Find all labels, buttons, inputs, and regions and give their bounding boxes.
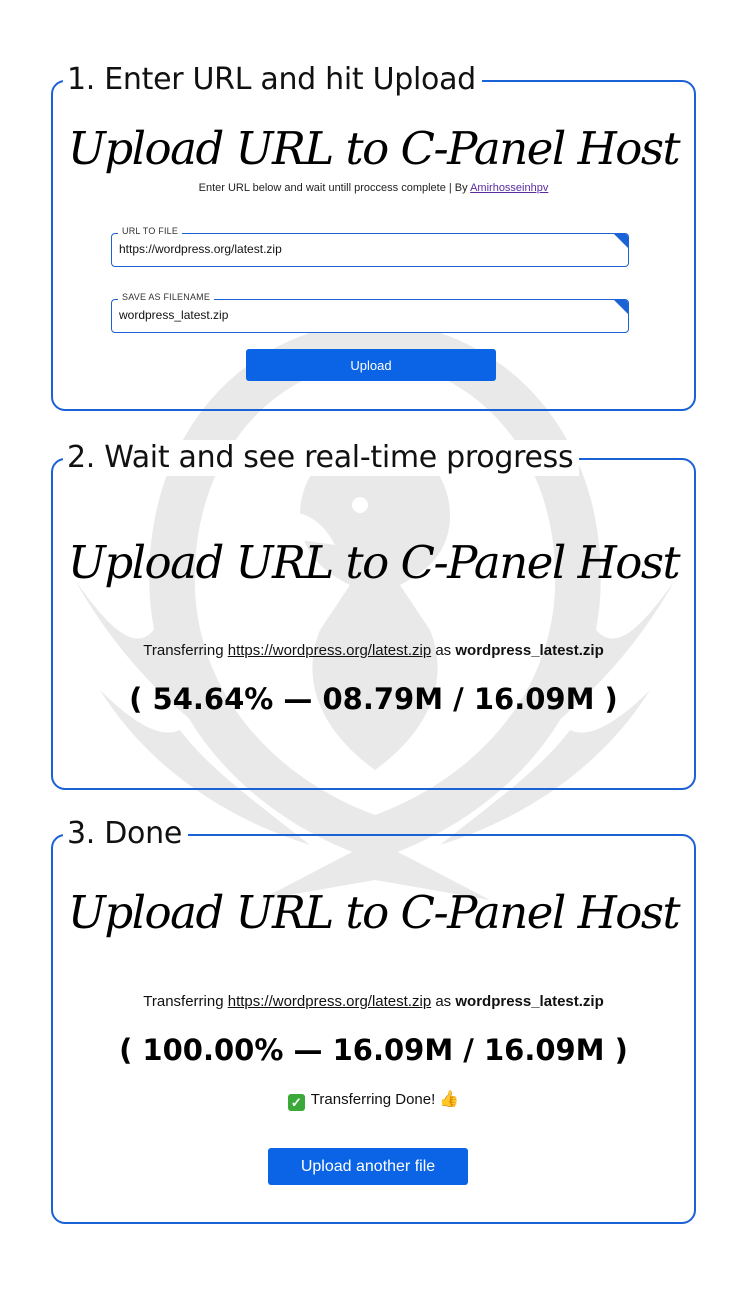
transfer-prefix: Transferring — [143, 642, 224, 659]
done-panel: 3. Done Upload URL to C-Panel Host Trans… — [51, 816, 696, 1224]
progress-readout: ( 54.64% — 08.79M / 16.09M ) — [129, 682, 618, 716]
done-text: Transferring Done! — [310, 1091, 436, 1108]
transfer-prefix: Transferring — [143, 993, 224, 1010]
step2-legend: 2. Wait and see real-time progress — [63, 440, 580, 476]
upload-form-panel: 1. Enter URL and hit Upload Upload URL t… — [51, 62, 696, 411]
url-input[interactable] — [119, 242, 599, 256]
upload-button[interactable]: Upload — [246, 349, 496, 381]
url-field[interactable]: URL TO FILE — [111, 226, 629, 267]
progress-panel: 2. Wait and see real-time progress Uploa… — [51, 440, 696, 790]
author-link[interactable]: Amirhosseinhpv — [470, 182, 548, 194]
step1-legend: 1. Enter URL and hit Upload — [63, 62, 482, 98]
transfer-url: https://wordpress.org/latest.zip — [227, 993, 432, 1010]
corner-indicator-icon — [614, 300, 628, 314]
done-message: ✓ Transferring Done! 👍 — [53, 1089, 694, 1111]
filename-input[interactable] — [119, 308, 599, 322]
transfer-status: Transferring https://wordpress.org/lates… — [53, 993, 694, 1010]
page-title: Upload URL to C-Panel Host — [67, 886, 681, 939]
check-mark-icon: ✓ — [287, 1094, 305, 1111]
transfer-status: Transferring https://wordpress.org/lates… — [53, 642, 694, 659]
progress-readout: ( 100.00% — 16.09M / 16.09M ) — [119, 1033, 628, 1067]
subtitle: Enter URL below and wait untill proccess… — [53, 182, 694, 194]
url-field-label: URL TO FILE — [118, 226, 183, 236]
page-title: Upload URL to C-Panel Host — [67, 122, 681, 175]
transfer-url: https://wordpress.org/latest.zip — [227, 642, 432, 659]
subtitle-text: Enter URL below and wait untill proccess… — [198, 182, 471, 194]
corner-indicator-icon — [614, 234, 628, 248]
page-title: Upload URL to C-Panel Host — [67, 536, 681, 589]
filename-field[interactable]: SAVE AS FILENAME — [111, 292, 629, 333]
transfer-filename: wordpress_latest.zip — [455, 642, 604, 659]
thumbs-up-icon: 👍 — [439, 1091, 460, 1108]
upload-another-file-button[interactable]: Upload another file — [268, 1148, 468, 1185]
transfer-as: as — [435, 642, 452, 659]
filename-field-label: SAVE AS FILENAME — [118, 292, 215, 302]
transfer-as: as — [435, 993, 452, 1010]
step3-legend: 3. Done — [63, 816, 188, 852]
transfer-filename: wordpress_latest.zip — [455, 993, 604, 1010]
